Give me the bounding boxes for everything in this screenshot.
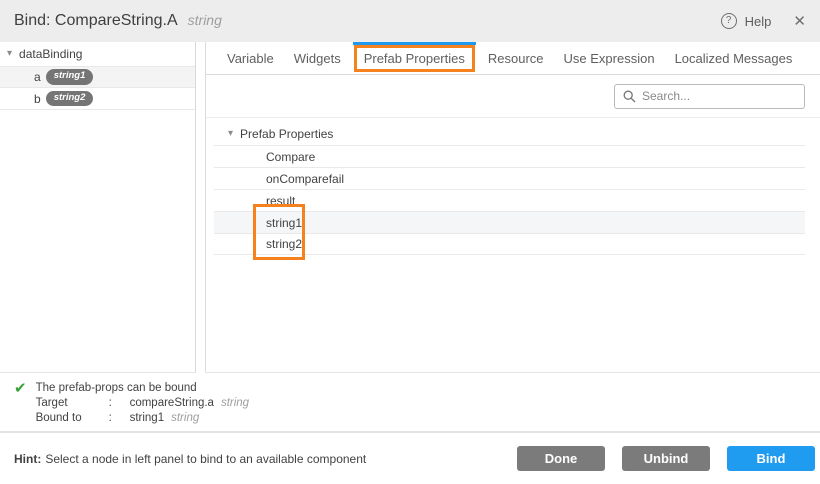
tree-node-a[interactable]: a string1 bbox=[0, 66, 195, 88]
tab-variable[interactable]: Variable bbox=[227, 51, 274, 66]
dialog-footer: Hint: Select a node in left panel to bind… bbox=[0, 431, 820, 484]
search-box[interactable] bbox=[614, 84, 805, 109]
status-row-value: compareString.a bbox=[130, 397, 214, 409]
tab-use-expression[interactable]: Use Expression bbox=[564, 51, 655, 66]
help-button[interactable]: Help bbox=[745, 14, 772, 29]
dialog-header: Bind: CompareString.A string ? Help ✕ bbox=[0, 0, 820, 42]
search-icon bbox=[623, 90, 636, 103]
dialog-header-actions: ? Help ✕ bbox=[721, 12, 806, 30]
done-button[interactable]: Done bbox=[517, 446, 605, 471]
hint-label: Hint: bbox=[14, 452, 41, 466]
prefab-properties-tree: ▾ Prefab Properties Compare onComparefai… bbox=[214, 123, 805, 255]
tree-node-b[interactable]: b string2 bbox=[0, 88, 195, 110]
status-row-value: string1 bbox=[130, 412, 165, 424]
status-row-type: string bbox=[171, 412, 199, 424]
binding-source-panel: Variable Widgets Prefab Properties Resou… bbox=[205, 42, 820, 373]
tree-node-string2[interactable]: string2 bbox=[214, 233, 805, 255]
bind-button[interactable]: Bind bbox=[727, 446, 815, 471]
unbind-button[interactable]: Unbind bbox=[622, 446, 710, 471]
tab-bar: Variable Widgets Prefab Properties Resou… bbox=[206, 42, 820, 75]
dialog-title-group: Bind: CompareString.A string bbox=[14, 12, 222, 30]
binding-status: ✔ The prefab-props can be bound Target:c… bbox=[0, 373, 820, 431]
tree-node-label: dataBinding bbox=[19, 47, 82, 61]
tab-widgets[interactable]: Widgets bbox=[294, 51, 341, 66]
binding-badge: string2 bbox=[46, 91, 94, 106]
tab-resource[interactable]: Resource bbox=[488, 51, 544, 66]
search-input[interactable] bbox=[642, 89, 804, 103]
close-icon[interactable]: ✕ bbox=[793, 12, 806, 30]
dialog-title-type: string bbox=[188, 12, 222, 28]
chevron-down-icon[interactable]: ▾ bbox=[228, 129, 233, 139]
chevron-down-icon[interactable]: ▾ bbox=[7, 49, 12, 59]
search-row bbox=[206, 75, 820, 118]
tab-prefab-properties[interactable]: Prefab Properties bbox=[354, 45, 475, 72]
success-check-icon: ✔ bbox=[14, 382, 27, 431]
tree-node-label: a bbox=[34, 70, 41, 84]
tree-node-compare[interactable]: Compare bbox=[214, 145, 805, 167]
tree-node-prefab-properties[interactable]: ▾ Prefab Properties bbox=[214, 123, 805, 145]
dialog-title: Bind: CompareString.A bbox=[14, 12, 178, 30]
binding-badge: string1 bbox=[46, 69, 94, 84]
tree-node-databinding[interactable]: ▾ dataBinding bbox=[0, 42, 195, 66]
tree-node-string1[interactable]: string1 bbox=[214, 211, 805, 233]
binding-status-text: The prefab-props can be bound Target:com… bbox=[36, 381, 250, 431]
data-binding-tree-panel: ▾ dataBinding a string1 b string2 bbox=[0, 42, 196, 373]
tree-node-oncomparefail[interactable]: onComparefail bbox=[214, 167, 805, 189]
status-row-colon: : bbox=[109, 411, 130, 426]
status-row-colon: : bbox=[109, 396, 130, 411]
status-row-label: Bound to bbox=[36, 411, 109, 426]
tab-localized-messages[interactable]: Localized Messages bbox=[675, 51, 793, 66]
tree-node-label: b bbox=[34, 92, 41, 106]
tree-node-label: Prefab Properties bbox=[240, 127, 333, 141]
status-target-row: Target:compareString.a string bbox=[36, 396, 250, 411]
footer-buttons: Done Unbind Bind bbox=[517, 446, 815, 471]
status-row-type: string bbox=[221, 397, 249, 409]
tree-node-result[interactable]: result bbox=[214, 189, 805, 211]
hint-text: Hint: Select a node in left panel to bind… bbox=[14, 452, 366, 466]
dialog-main: ▾ dataBinding a string1 b string2 Variab… bbox=[0, 42, 820, 373]
status-row-label: Target bbox=[36, 396, 109, 411]
status-boundto-row: Bound to:string1 string bbox=[36, 411, 250, 426]
help-icon[interactable]: ? bbox=[721, 13, 737, 29]
hint-body: Select a node in left panel to bind to a… bbox=[45, 452, 366, 466]
status-message: The prefab-props can be bound bbox=[36, 381, 250, 396]
bind-dialog: Bind: CompareString.A string ? Help ✕ ▾ … bbox=[0, 0, 820, 484]
